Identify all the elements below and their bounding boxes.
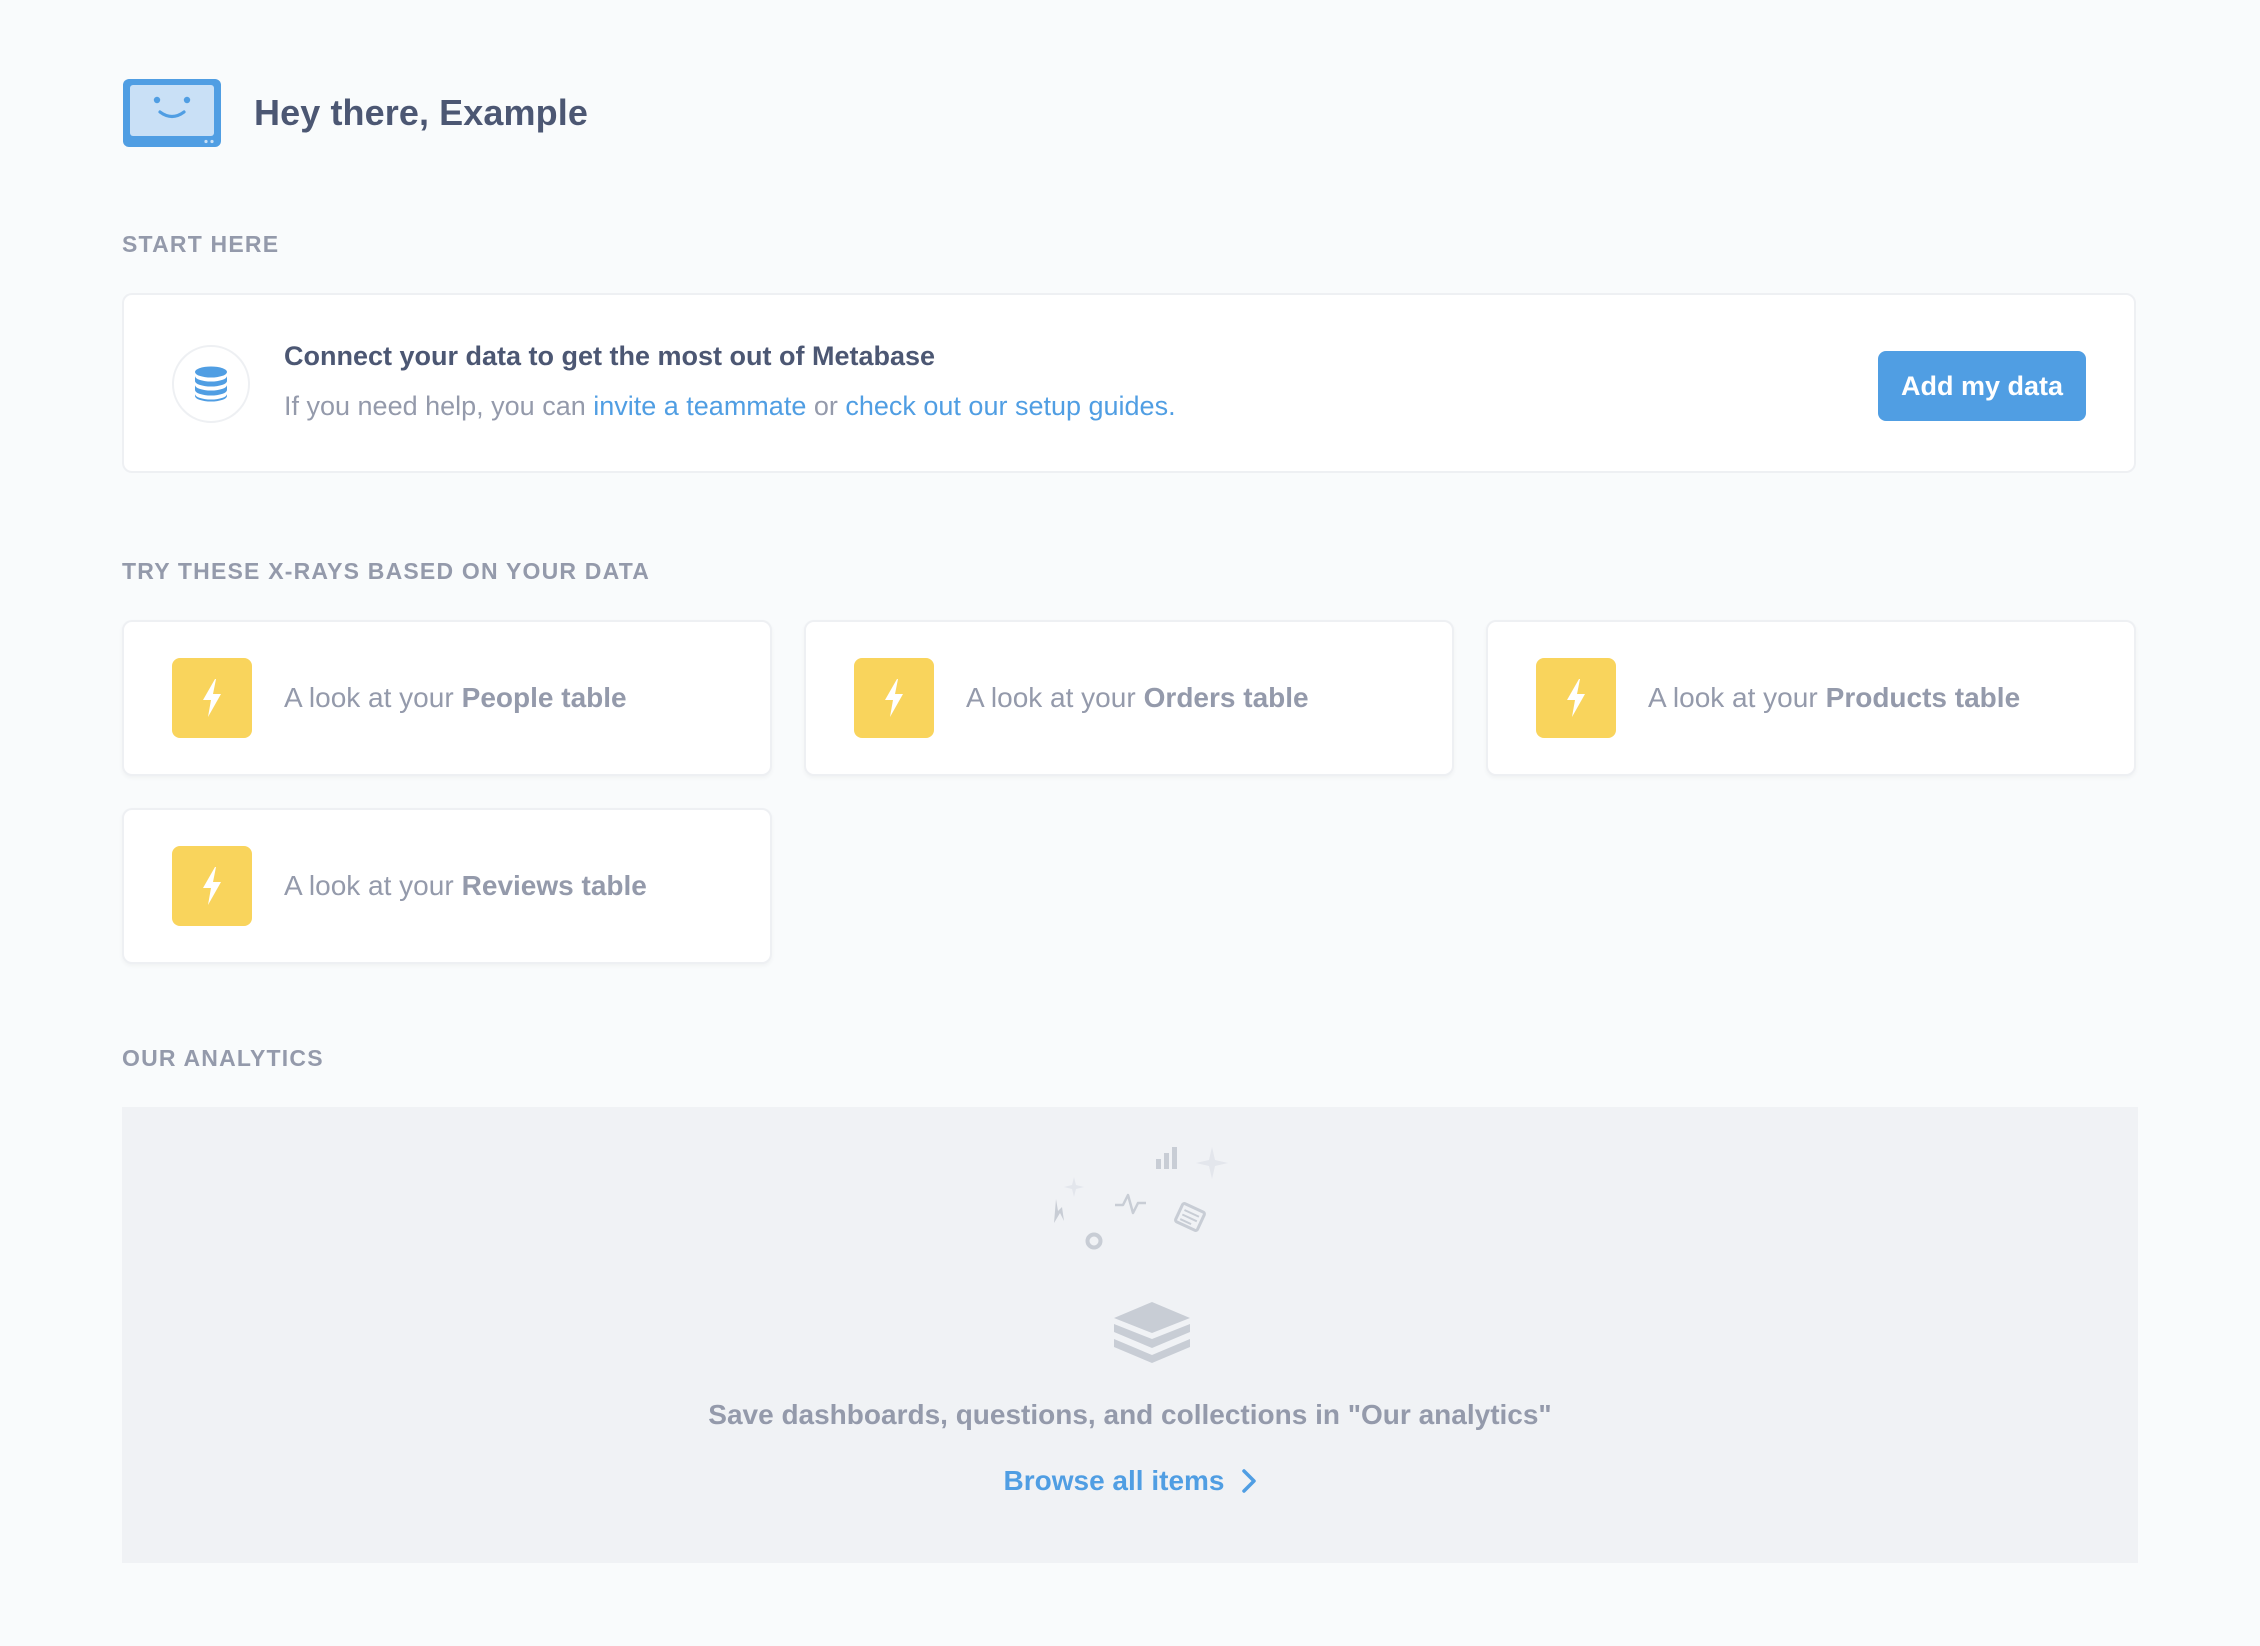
section-title-our-analytics: OUR ANALYTICS <box>122 1045 324 1071</box>
xray-card-people[interactable]: A look at your People table <box>122 620 772 776</box>
bolt-icon <box>203 867 221 905</box>
xray-table-name: Reviews table <box>461 870 647 901</box>
invite-teammate-link[interactable]: invite a teammate <box>593 391 806 421</box>
empty-state-message: Save dashboards, questions, and collecti… <box>708 1399 1552 1430</box>
xray-icon-badge <box>854 658 934 738</box>
add-my-data-button[interactable]: Add my data <box>1878 351 2086 421</box>
home-page: Hey there, Example START HERE Connect yo… <box>122 78 2138 1563</box>
xray-label-prefix: A look at your <box>284 682 454 713</box>
section-title-xrays: TRY THESE X-RAYS BASED ON YOUR DATA <box>122 558 651 584</box>
browse-all-items-label: Browse all items <box>1003 1465 1225 1496</box>
our-analytics-empty-state: Save dashboards, questions, and collecti… <box>122 1107 2138 1563</box>
xray-table-name: People table <box>461 682 627 713</box>
xray-label: A look at your Orders table <box>966 622 1309 774</box>
section-title-start-here: START HERE <box>122 231 280 257</box>
greeting-header: Hey there, Example <box>122 78 2138 148</box>
smiling-screen-icon <box>123 79 221 147</box>
xray-icon-badge <box>172 658 252 738</box>
browse-all-items-link[interactable]: Browse all items <box>122 1465 2138 1497</box>
database-icon <box>195 366 227 402</box>
xray-label: A look at your Reviews table <box>284 810 647 962</box>
xray-icon-badge <box>1536 658 1616 738</box>
start-here-description: If you need help, you can invite a teamm… <box>284 391 1176 422</box>
xray-label-prefix: A look at your <box>284 870 454 901</box>
description-prefix: If you need help, you can <box>284 391 594 421</box>
empty-collection-icon <box>1054 1147 1228 1363</box>
description-mid: or <box>806 391 846 421</box>
bolt-icon <box>203 679 221 717</box>
xray-card-orders[interactable]: A look at your Orders table <box>804 620 1454 776</box>
start-here-title: Connect your data to get the most out of… <box>284 341 936 371</box>
chevron-right-icon <box>1242 1469 1257 1493</box>
xray-card-reviews[interactable]: A look at your Reviews table <box>122 808 772 964</box>
xray-table-name: Products table <box>1825 682 2021 713</box>
bolt-icon <box>1567 679 1585 717</box>
database-badge <box>172 345 250 423</box>
greeting-title: Hey there, Example <box>254 92 588 133</box>
xray-label: A look at your Products table <box>1648 622 2020 774</box>
xray-label: A look at your People table <box>284 622 627 774</box>
xray-card-products[interactable]: A look at your Products table <box>1486 620 2136 776</box>
xray-icon-badge <box>172 846 252 926</box>
xray-label-prefix: A look at your <box>1648 682 1818 713</box>
bolt-icon <box>885 679 903 717</box>
xray-table-name: Orders table <box>1143 682 1309 713</box>
setup-guides-link[interactable]: check out our setup guides <box>845 391 1168 421</box>
xray-label-prefix: A look at your <box>966 682 1136 713</box>
description-suffix: . <box>1168 391 1176 421</box>
start-here-card: Connect your data to get the most out of… <box>122 293 2136 473</box>
